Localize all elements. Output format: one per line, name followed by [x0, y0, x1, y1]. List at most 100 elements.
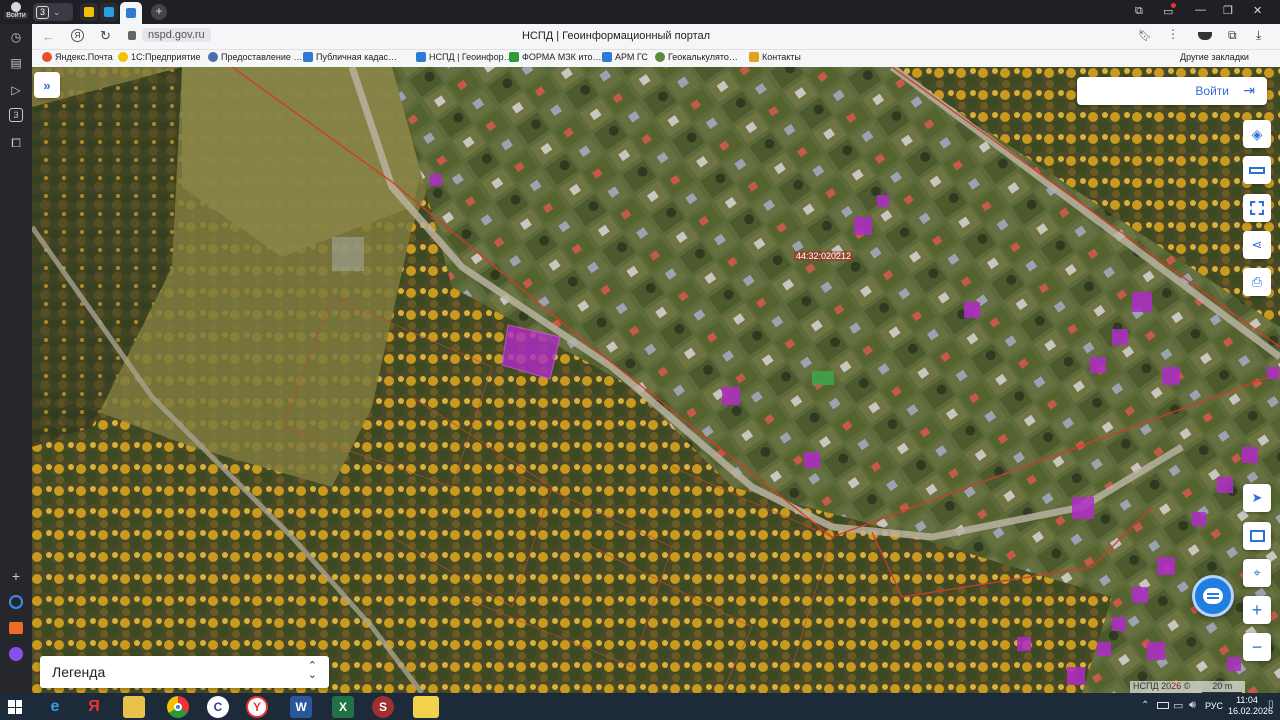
legend-panel[interactable]: Легенда ⌃ ⌄: [40, 656, 329, 688]
1c-icon: [118, 52, 128, 62]
c-app-icon[interactable]: C: [207, 696, 229, 718]
profile-button[interactable]: Войти: [4, 1, 28, 23]
add-panel-icon[interactable]: +: [7, 567, 25, 585]
collections-icon[interactable]: ▤: [7, 54, 25, 72]
tab-favicon-1[interactable]: [80, 3, 98, 21]
search-location-button[interactable]: ⌖: [1243, 559, 1271, 587]
mail-icon[interactable]: [7, 619, 25, 637]
notifications-icon[interactable]: ▭: [1163, 3, 1177, 18]
scale-bar: 20 m: [1202, 681, 1243, 693]
login-label: Войти: [1195, 84, 1229, 98]
cadastre-icon: [303, 52, 313, 62]
print-icon: ⎙: [1251, 274, 1263, 289]
zoom-in-button[interactable]: +: [1243, 596, 1271, 624]
bookmark-item[interactable]: АРМ ГС: [602, 52, 648, 62]
measure-button[interactable]: [1243, 156, 1271, 184]
layers-icon: ◈: [1251, 125, 1263, 142]
location-search-icon: ⌖: [1253, 565, 1261, 580]
extensions-icon[interactable]: ⧉: [1228, 28, 1237, 43]
window-controls: ⧉ ▭ — ❐ ✕: [1135, 0, 1280, 24]
tab-group-button[interactable]: 3 ⌄: [33, 3, 73, 21]
bookmark-item[interactable]: 1С:Предприятие: [118, 52, 200, 62]
yandex-app-icon[interactable]: Y: [246, 696, 268, 718]
chrome-icon[interactable]: [167, 696, 189, 718]
area-select-icon: [1250, 201, 1264, 215]
map-attribution: НСПД 2026 © 20 m: [1130, 681, 1246, 693]
chat-button[interactable]: [1192, 575, 1234, 617]
parcel-cadastral-label[interactable]: 44:32:020212: [794, 251, 854, 261]
yandex-browser-icon[interactable]: Я: [83, 696, 105, 718]
windows-start-icon[interactable]: [8, 700, 22, 714]
excel-icon[interactable]: X: [332, 696, 354, 718]
clock[interactable]: 11:04 16.02.2026: [1228, 695, 1274, 717]
battery-icon: [1157, 702, 1169, 709]
note-app-icon[interactable]: [413, 696, 439, 718]
alice-icon[interactable]: [7, 593, 25, 611]
chat-bubble-icon: [1203, 588, 1223, 604]
bookmark-item[interactable]: НСПД | Геоинфор…: [416, 52, 513, 62]
legend-label: Легенда: [52, 664, 106, 680]
nspd-icon: [416, 52, 426, 62]
bookmark-item[interactable]: Геокалькулято…: [655, 52, 738, 62]
other-bookmarks[interactable]: Другие закладки: [1180, 52, 1249, 62]
profile-avatar-icon: [11, 2, 21, 12]
zoom-out-button[interactable]: −: [1243, 633, 1271, 661]
file-explorer-icon[interactable]: [123, 696, 145, 718]
volume-icon[interactable]: 🔊︎: [1189, 699, 1196, 712]
print-button[interactable]: ⎙: [1243, 268, 1271, 296]
double-chevron-right-icon: »: [43, 77, 51, 93]
attribution-text: НСПД 2026 ©: [1133, 681, 1191, 691]
bookmark-item[interactable]: ФОРМА МЗК ито…: [509, 52, 601, 62]
play-icon[interactable]: ▷: [7, 81, 25, 99]
s-app-icon[interactable]: S: [372, 696, 394, 718]
select-area-button[interactable]: [1243, 194, 1271, 222]
bookmark-item[interactable]: Контакты: [749, 52, 801, 62]
bookmark-item[interactable]: Публичная кадас…: [303, 52, 397, 62]
clock-time: 11:04: [1236, 695, 1258, 705]
tab-favicon-2[interactable]: [100, 3, 118, 21]
minimap-button[interactable]: [1243, 522, 1271, 550]
page-title: НСПД | Геоинформационный портал: [521, 30, 711, 42]
browser-tab-strip: Войти 3 ⌄ + ⧉ ▭ — ❐ ✕: [0, 0, 1280, 24]
history-icon[interactable]: ◷: [7, 28, 25, 46]
tray-arrow-icon[interactable]: ⌃: [1141, 700, 1149, 711]
reader-icon[interactable]: [1198, 32, 1212, 40]
map-view[interactable]: 44:32:020212 » Войти ⇥ ◈ ⋖ ⎙ ➤ ⌖ + − Лег…: [32, 67, 1280, 693]
minimap-icon: [1249, 530, 1265, 542]
share-button[interactable]: ⋖: [1243, 231, 1271, 259]
word-icon[interactable]: W: [290, 696, 312, 718]
clock-date: 16.02.2026: [1228, 706, 1274, 716]
windows-taskbar: e Я C Y W X S ⌃ ▭ 🔊︎ РУС 11:04 16.02.202…: [0, 693, 1280, 720]
downloads-icon[interactable]: ⤓: [1256, 28, 1261, 43]
share-icon: ⋖: [1251, 237, 1263, 252]
globe-icon: [208, 52, 218, 62]
notification-center-icon[interactable]: ▯: [1268, 699, 1274, 710]
bookmark-item[interactable]: Яндекс.Почта: [42, 52, 113, 62]
tab-active[interactable]: [120, 2, 142, 24]
close-icon[interactable]: ✕: [1253, 4, 1262, 17]
tab-counter-icon[interactable]: 3: [9, 108, 23, 122]
sidebar-toggle-button[interactable]: »: [34, 72, 60, 98]
maximize-icon[interactable]: ❐: [1223, 4, 1233, 17]
bookmarks-panel-icon[interactable]: ⧉: [1135, 5, 1143, 18]
login-bar[interactable]: Войти ⇥: [1077, 77, 1267, 105]
bookmark-item[interactable]: Предоставление …: [208, 52, 302, 62]
browser-sidebar: ◷ ▤ ▷ 3 ⧠ +: [0, 24, 32, 693]
ie-icon[interactable]: e: [44, 696, 66, 718]
arm-icon: [602, 52, 612, 62]
messenger-icon[interactable]: [7, 645, 25, 663]
contacts-icon: [749, 52, 759, 62]
satellite-imagery[interactable]: [32, 67, 1280, 693]
language-indicator[interactable]: РУС: [1205, 701, 1223, 711]
plus-icon: +: [1251, 599, 1263, 620]
locate-button[interactable]: ➤: [1243, 484, 1271, 512]
network-icon[interactable]: ▭: [1173, 699, 1183, 712]
profile-label: Войти: [4, 12, 28, 19]
nspd-favicon-icon: [126, 8, 136, 18]
layers-button[interactable]: ◈: [1243, 120, 1271, 148]
screenshot-icon[interactable]: ⧠: [7, 134, 25, 152]
more-icon[interactable]: ⋮: [1167, 27, 1179, 41]
new-tab-button[interactable]: +: [151, 4, 167, 20]
bookmark-icon[interactable]: 🔖︎: [1138, 29, 1152, 42]
minimize-icon[interactable]: —: [1195, 4, 1206, 16]
